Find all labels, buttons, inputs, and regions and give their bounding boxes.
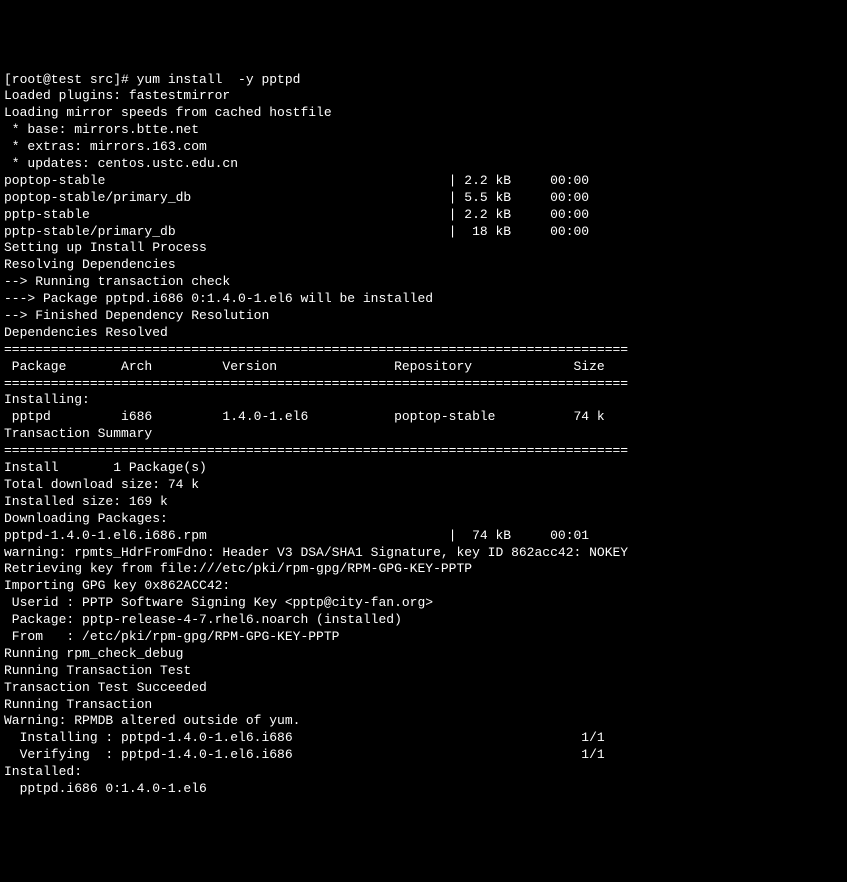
output-line: Installed size: 169 k	[4, 494, 843, 511]
output-line: Total download size: 74 k	[4, 477, 843, 494]
output-line: * base: mirrors.btte.net	[4, 122, 843, 139]
output-line: From : /etc/pki/rpm-gpg/RPM-GPG-KEY-PPTP	[4, 629, 843, 646]
output-line: poptop-stable/primary_db | 5.5 kB 00:00	[4, 190, 843, 207]
output-line: Dependencies Resolved	[4, 325, 843, 342]
table-header: Package Arch Version Repository Size	[4, 359, 843, 376]
output-line: Installing:	[4, 392, 843, 409]
output-line: Transaction Test Succeeded	[4, 680, 843, 697]
separator-line: ========================================…	[4, 376, 843, 393]
output-line: Loaded plugins: fastestmirror	[4, 88, 843, 105]
output-line: pptp-stable | 2.2 kB 00:00	[4, 207, 843, 224]
output-line: * updates: centos.ustc.edu.cn	[4, 156, 843, 173]
output-line: Transaction Summary	[4, 426, 843, 443]
output-line: Importing GPG key 0x862ACC42:	[4, 578, 843, 595]
table-row: pptpd i686 1.4.0-1.el6 poptop-stable 74 …	[4, 409, 843, 426]
output-line: --> Finished Dependency Resolution	[4, 308, 843, 325]
output-line: pptp-stable/primary_db | 18 kB 00:00	[4, 224, 843, 241]
output-line: Running Transaction	[4, 697, 843, 714]
output-line: Running Transaction Test	[4, 663, 843, 680]
output-line: * extras: mirrors.163.com	[4, 139, 843, 156]
output-line: Installed:	[4, 764, 843, 781]
output-line: Retrieving key from file:///etc/pki/rpm-…	[4, 561, 843, 578]
output-line: Installing : pptpd-1.4.0-1.el6.i686 1/1	[4, 730, 843, 747]
output-line: warning: rpmts_HdrFromFdno: Header V3 DS…	[4, 545, 843, 562]
separator-line: ========================================…	[4, 342, 843, 359]
terminal-output: [root@test src]# yum install -y pptpdLoa…	[4, 72, 843, 798]
command-line: [root@test src]# yum install -y pptpd	[4, 72, 843, 89]
output-line: Setting up Install Process	[4, 240, 843, 257]
output-line: ---> Package pptpd.i686 0:1.4.0-1.el6 wi…	[4, 291, 843, 308]
output-line: Downloading Packages:	[4, 511, 843, 528]
output-line: --> Running transaction check	[4, 274, 843, 291]
output-line: pptpd-1.4.0-1.el6.i686.rpm | 74 kB 00:01	[4, 528, 843, 545]
output-line: Userid : PPTP Software Signing Key <pptp…	[4, 595, 843, 612]
output-line: Warning: RPMDB altered outside of yum.	[4, 713, 843, 730]
output-line: Resolving Dependencies	[4, 257, 843, 274]
output-line: Package: pptp-release-4-7.rhel6.noarch (…	[4, 612, 843, 629]
command[interactable]: yum install -y pptpd	[137, 72, 301, 87]
prompt: [root@test src]#	[4, 72, 137, 87]
output-line: Loading mirror speeds from cached hostfi…	[4, 105, 843, 122]
output-line: pptpd.i686 0:1.4.0-1.el6	[4, 781, 843, 798]
separator-line: ========================================…	[4, 443, 843, 460]
output-line: Running rpm_check_debug	[4, 646, 843, 663]
output-line: Verifying : pptpd-1.4.0-1.el6.i686 1/1	[4, 747, 843, 764]
output-line: poptop-stable | 2.2 kB 00:00	[4, 173, 843, 190]
output-line: Install 1 Package(s)	[4, 460, 843, 477]
